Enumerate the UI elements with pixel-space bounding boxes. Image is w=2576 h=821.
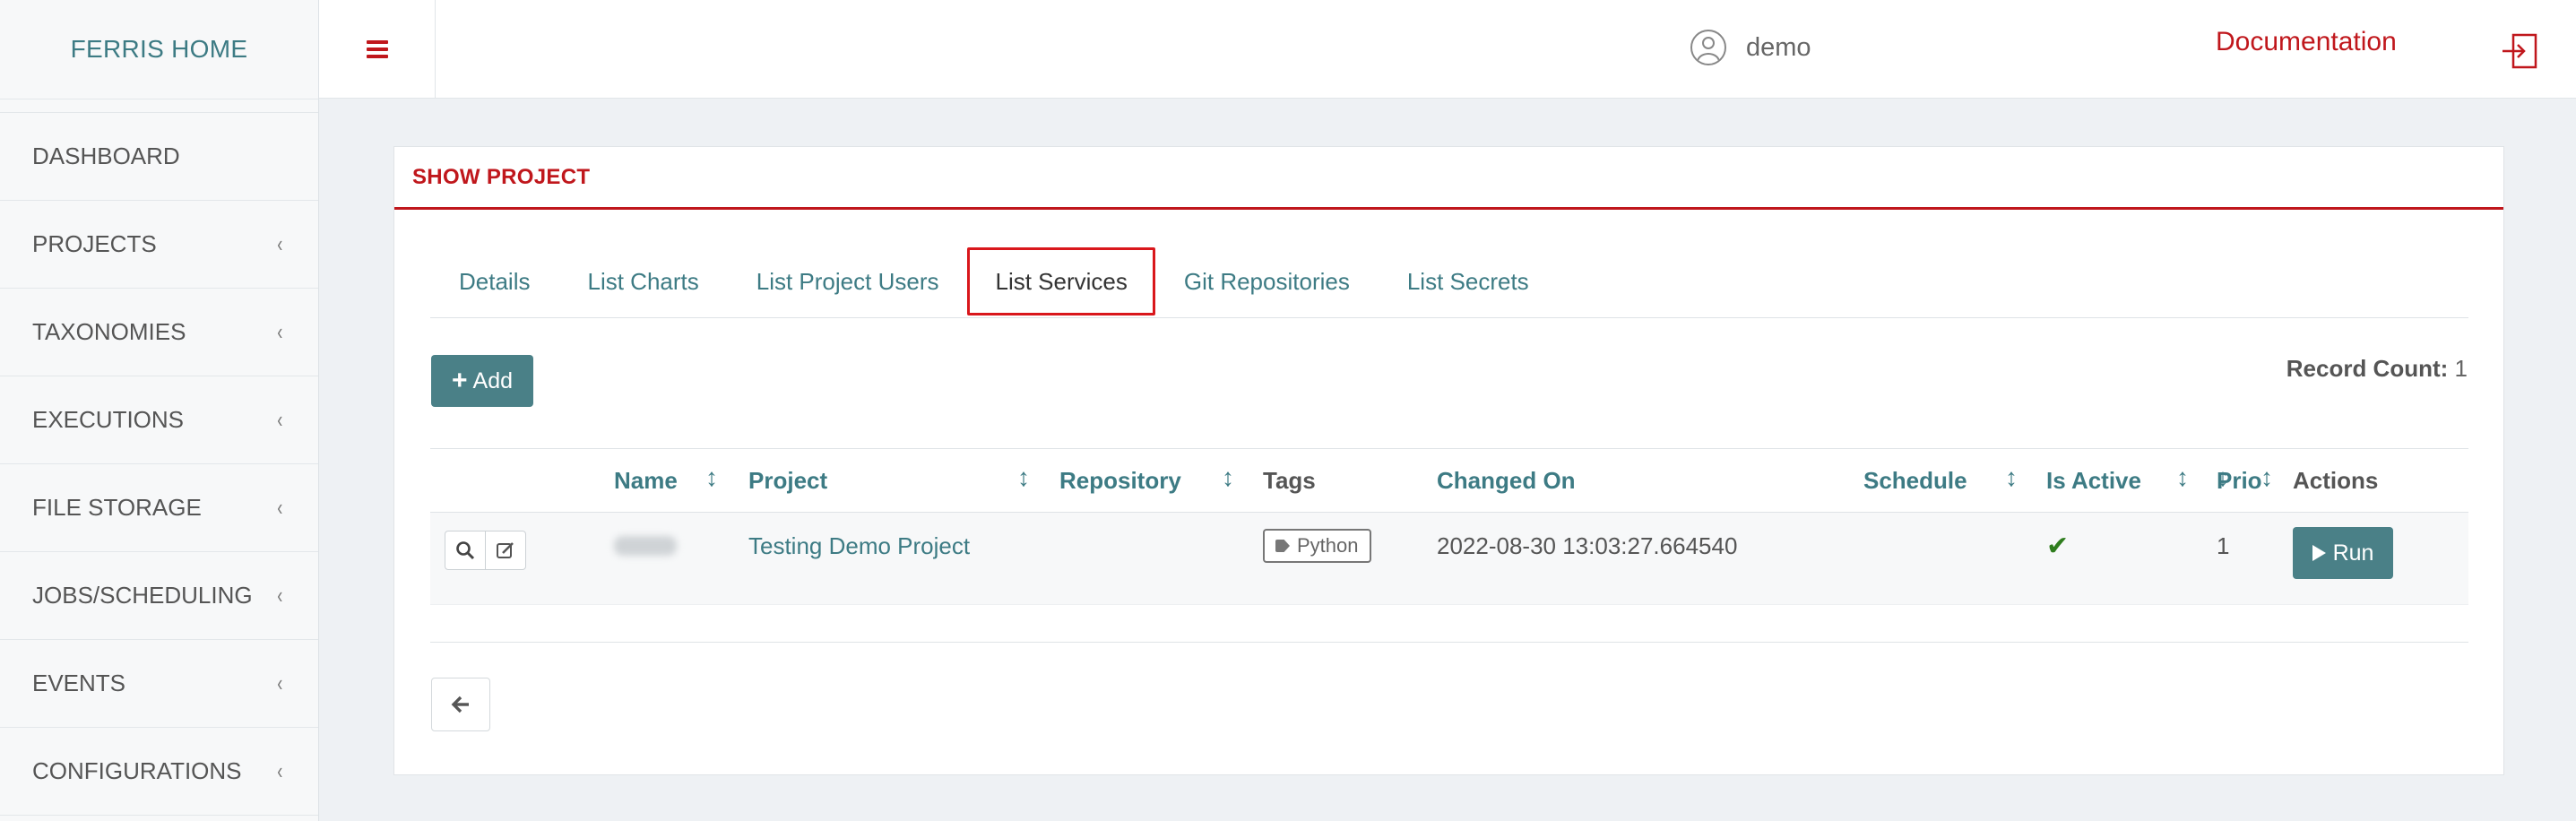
back-button[interactable] bbox=[431, 678, 490, 731]
column-header-schedule[interactable]: Schedule bbox=[1863, 449, 1967, 512]
sidebar-item-label: JOBS/SCHEDULING bbox=[32, 582, 253, 609]
sidebar-spacer bbox=[0, 99, 318, 113]
divider bbox=[430, 642, 2468, 643]
tag-label: Python bbox=[1297, 534, 1359, 557]
menu-toggle-button[interactable] bbox=[319, 0, 436, 99]
table-header: Name ↕ Project ↕ Repository ↕ Tags Chang… bbox=[430, 448, 2468, 513]
column-header-name[interactable]: Name bbox=[614, 449, 678, 512]
cell-tags: Python bbox=[1263, 513, 1371, 579]
sidebar-item-events[interactable]: EVENTS ‹ bbox=[0, 640, 318, 728]
chevron-left-icon: ‹ bbox=[277, 318, 283, 345]
chevron-left-icon: ‹ bbox=[277, 670, 283, 696]
chevron-left-icon: ‹ bbox=[277, 230, 283, 257]
cell-project-link[interactable]: Testing Demo Project bbox=[748, 513, 970, 579]
sidebar-item-dashboard[interactable]: DASHBOARD bbox=[0, 113, 318, 201]
sort-icon[interactable]: ↕ bbox=[1222, 463, 1234, 492]
arrow-left-icon bbox=[451, 696, 469, 713]
tab-list-project-users[interactable]: List Project Users bbox=[728, 246, 968, 317]
sidebar-item-executions[interactable]: EXECUTIONS ‹ bbox=[0, 376, 318, 464]
logout-icon[interactable] bbox=[2501, 32, 2538, 70]
show-project-panel: SHOW PROJECT Details List Charts List Pr… bbox=[393, 146, 2504, 775]
sidebar-item-label: DASHBOARD bbox=[32, 143, 180, 169]
cell-name bbox=[614, 513, 677, 579]
sidebar-item-projects[interactable]: PROJECTS ‹ bbox=[0, 201, 318, 289]
chevron-left-icon: ‹ bbox=[277, 582, 283, 609]
sidebar-item-label: CONFIGURATIONS bbox=[32, 757, 242, 784]
chevron-left-icon: ‹ bbox=[277, 494, 283, 521]
column-header-repository[interactable]: Repository bbox=[1059, 449, 1181, 512]
tab-list-secrets[interactable]: List Secrets bbox=[1379, 246, 1558, 317]
column-header-is-active[interactable]: Is Active bbox=[2046, 449, 2141, 512]
tab-list-services[interactable]: List Services bbox=[967, 247, 1155, 315]
sidebar-item-label: FILE STORAGE bbox=[32, 494, 202, 521]
sort-icon[interactable]: ↕ bbox=[2176, 463, 2189, 492]
sort-icon[interactable]: ↕ bbox=[1017, 463, 1030, 492]
cell-changed-on: 2022-08-30 13:03:27.664540 bbox=[1437, 531, 1738, 559]
sidebar-item-taxonomies[interactable]: TAXONOMIES ‹ bbox=[0, 289, 318, 376]
tag-icon bbox=[1275, 540, 1290, 552]
check-icon: ✔ bbox=[2046, 531, 2070, 561]
services-table: Name ↕ Project ↕ Repository ↕ Tags Chang… bbox=[430, 448, 2468, 605]
sidebar-item-label: EVENTS bbox=[32, 670, 126, 696]
project-tabs: Details List Charts List Project Users L… bbox=[430, 246, 2468, 318]
sort-icon[interactable]: ↕ bbox=[2005, 463, 2018, 492]
panel-title: SHOW PROJECT bbox=[394, 147, 2503, 210]
tab-details[interactable]: Details bbox=[430, 246, 558, 317]
column-header-actions: Actions bbox=[2293, 466, 2379, 494]
run-button-label: Run bbox=[2332, 540, 2374, 566]
edit-icon bbox=[497, 542, 514, 558]
record-count-value: 1 bbox=[2454, 355, 2468, 382]
sidebar: FERRIS HOME DASHBOARD PROJECTS ‹ TAXONOM… bbox=[0, 0, 319, 821]
sidebar-item-configurations[interactable]: CONFIGURATIONS ‹ bbox=[0, 728, 318, 816]
play-icon bbox=[2312, 545, 2326, 561]
edit-button[interactable] bbox=[485, 531, 525, 569]
record-count: Record Count: 1 bbox=[2286, 355, 2468, 383]
column-header-prio[interactable]: Prio bbox=[2217, 449, 2262, 512]
sidebar-item-jobs-scheduling[interactable]: JOBS/SCHEDULING ‹ bbox=[0, 552, 318, 640]
sidebar-item-label: EXECUTIONS bbox=[32, 406, 185, 433]
tab-git-repositories[interactable]: Git Repositories bbox=[1155, 246, 1379, 317]
hamburger-icon bbox=[366, 37, 388, 62]
cell-prio: 1 bbox=[2217, 531, 2230, 559]
record-count-label: Record Count: bbox=[2286, 355, 2449, 382]
documentation-link[interactable]: Documentation bbox=[2216, 27, 2397, 57]
brand-title[interactable]: FERRIS HOME bbox=[0, 0, 318, 99]
redacted-name bbox=[614, 536, 677, 556]
chevron-left-icon: ‹ bbox=[277, 406, 283, 433]
add-button[interactable]: + Add bbox=[431, 355, 533, 407]
column-header-changed-on[interactable]: Changed On bbox=[1437, 449, 1576, 512]
sidebar-item-label: TAXONOMIES bbox=[32, 318, 186, 345]
tag-badge: Python bbox=[1263, 529, 1371, 563]
column-header-project[interactable]: Project bbox=[748, 449, 827, 512]
sidebar-item-file-storage[interactable]: FILE STORAGE ‹ bbox=[0, 464, 318, 552]
view-button[interactable] bbox=[445, 531, 485, 569]
row-action-group bbox=[445, 531, 526, 570]
sort-icon[interactable]: ↕ bbox=[705, 463, 718, 492]
chevron-left-icon: ‹ bbox=[277, 757, 283, 784]
plus-icon: + bbox=[451, 366, 468, 395]
column-header-tags: Tags bbox=[1263, 466, 1316, 494]
tab-list-charts[interactable]: List Charts bbox=[558, 246, 727, 317]
sidebar-item-label: PROJECTS bbox=[32, 230, 157, 257]
table-row: Testing Demo Project Python 2022-08-30 1… bbox=[430, 513, 2468, 605]
add-button-label: Add bbox=[472, 367, 513, 393]
user-menu[interactable]: demo bbox=[1690, 25, 1811, 70]
search-icon bbox=[456, 541, 475, 560]
user-icon bbox=[1690, 30, 1726, 65]
run-button[interactable]: Run bbox=[2293, 527, 2393, 579]
sort-icon[interactable]: ↕ bbox=[2260, 463, 2273, 492]
username-label: demo bbox=[1746, 32, 1811, 62]
